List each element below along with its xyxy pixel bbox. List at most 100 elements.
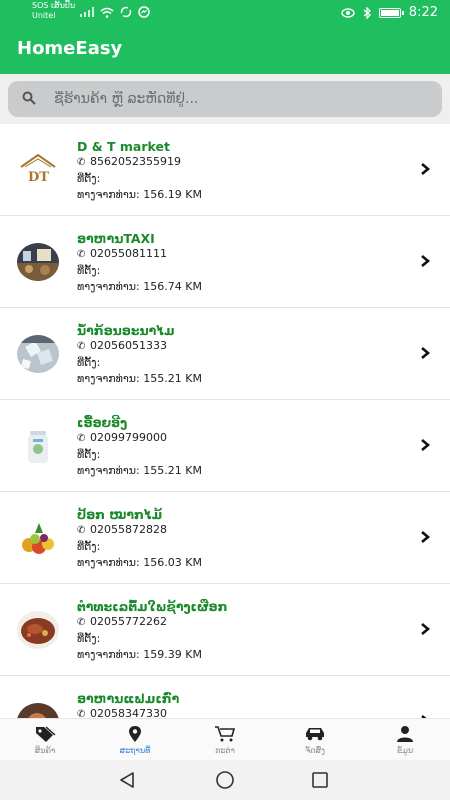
status-icons-right: 8:22: [341, 5, 438, 20]
phone-icon: ✆: [77, 249, 86, 260]
store-name: ອາຫານແຟມເກົ່າ: [77, 691, 180, 706]
store-phone-row: ✆ 02055772262: [77, 614, 227, 631]
store-distance: ທາງຈາກທ່ານ: 155.21 KM: [77, 464, 202, 477]
store-info: ປ້ອກ ໝາກໄມ້ ✆ 02055872828 ທີ່ຕັ້ງ: ທາງຈາກ…: [77, 507, 202, 571]
nav-tab-profile[interactable]: ຂໍ້ມູນ: [360, 719, 450, 760]
store-list-item[interactable]: ນ້ຳກ້ອນອະນາໄມ ✆ 02056051333 ທີ່ຕັ້ງ: ທາງຈ…: [0, 308, 450, 400]
store-photo: [17, 703, 59, 718]
phone-icon: ✆: [77, 617, 86, 628]
store-location: ທີ່ຕັ້ງ:: [77, 448, 101, 461]
store-photo: [17, 519, 59, 557]
store-phone-row: ✆ 02058347330: [77, 706, 179, 718]
store-phone: 02055872828: [90, 523, 167, 536]
store-info: ອາຫານTAXI ✆ 02055081111 ທີ່ຕັ້ງ: ທາງຈາກທ່…: [77, 231, 202, 295]
phone-icon: ✆: [77, 525, 86, 536]
chevron-right-icon[interactable]: [418, 621, 432, 637]
store-phone: 02055772262: [90, 615, 167, 628]
sync-icon: [120, 6, 132, 18]
search-box[interactable]: [8, 81, 442, 117]
store-name: ປ້ອກ ໝາກໄມ້: [77, 507, 163, 522]
store-phone-row: ✆ 02055872828: [77, 522, 202, 539]
nav-tab-places[interactable]: ສະຖານທີ່: [90, 719, 180, 760]
carrier-line2: Unitel: [32, 11, 56, 20]
search-area: [0, 74, 450, 124]
store-name: ອາຫານTAXI: [77, 231, 155, 246]
car-icon: [306, 728, 324, 741]
store-distance: ທາງຈາກທ່ານ: 159.39 KM: [77, 648, 202, 661]
phone-icon: ✆: [77, 341, 86, 352]
status-bar: SOS ເສັ້ນປົ້ນ Unitel 8:22: [0, 0, 450, 26]
wifi-icon: [100, 7, 114, 18]
home-icon[interactable]: [215, 770, 235, 790]
store-info: ອາຫານແຟມເກົ່າ ✆ 02058347330: [77, 691, 179, 718]
chevron-right-icon[interactable]: [418, 161, 432, 177]
chevron-right-icon[interactable]: [418, 253, 432, 269]
status-icons-left: [80, 6, 150, 18]
store-location: ທີ່ຕັ້ງ:: [77, 632, 101, 645]
svg-text:DT: DT: [28, 170, 49, 185]
store-phone: 02058347330: [90, 707, 167, 718]
chevron-right-icon[interactable]: [418, 345, 432, 361]
store-distance: ທາງຈາກທ່ານ: 156.19 KM: [77, 188, 202, 201]
store-name: ຕຳທະເລຕົ້ມໃພຊ້າງເຜືອກ: [77, 599, 228, 614]
nav-label: ຂໍ້ມູນ: [396, 746, 414, 755]
search-icon: [22, 91, 36, 105]
store-list: DT D & T market ✆ 8562052355919 ທີ່ຕັ້ງ: …: [0, 124, 450, 718]
store-info: ນ້ຳກ້ອນອະນາໄມ ✆ 02056051333 ທີ່ຕັ້ງ: ທາງຈ…: [77, 323, 202, 387]
store-photo: [17, 335, 59, 373]
recent-apps-icon[interactable]: [310, 770, 330, 790]
nav-tab-products[interactable]: ສິນຄ້າ: [0, 719, 90, 760]
location-pin-icon: [129, 726, 141, 742]
store-name: D & T market: [77, 139, 170, 154]
user-icon: [397, 726, 413, 742]
nav-tab-cart[interactable]: ກະຕ່າ: [180, 719, 270, 760]
back-icon[interactable]: [117, 770, 137, 790]
store-phone-row: ✆ 8562052355919: [77, 154, 202, 171]
chevron-right-icon[interactable]: [418, 437, 432, 453]
store-location: ທີ່ຕັ້ງ:: [77, 172, 101, 185]
store-phone: 02055081111: [90, 247, 167, 260]
store-distance: ທາງຈາກທ່ານ: 156.74 KM: [77, 280, 202, 293]
store-list-item[interactable]: DT D & T market ✆ 8562052355919 ທີ່ຕັ້ງ: …: [0, 124, 450, 216]
cart-icon: [215, 726, 236, 742]
store-distance: ທາງຈາກທ່ານ: 155.21 KM: [77, 372, 202, 385]
nav-label: ສະຖານທີ່: [119, 746, 151, 755]
store-location: ທີ່ຕັ້ງ:: [77, 540, 101, 553]
store-phone-row: ✆ 02055081111: [77, 246, 202, 263]
store-info: D & T market ✆ 8562052355919 ທີ່ຕັ້ງ: ທາງ…: [77, 139, 202, 203]
store-location: ທີ່ຕັ້ງ:: [77, 356, 101, 369]
nav-tab-delivery[interactable]: ຈັດສົ່ງ: [270, 719, 360, 760]
eye-icon: [341, 7, 355, 18]
store-location: ທີ່ຕັ້ງ:: [77, 264, 101, 277]
system-navigation-bar: [0, 760, 450, 800]
bottom-navigation: ສິນຄ້າ ສະຖານທີ່ ກະຕ່າ ຈັດສົ່ງ ຂໍ້ມູນ: [0, 718, 450, 760]
store-distance: ທາງຈາກທ່ານ: 156.03 KM: [77, 556, 202, 569]
carrier-info: SOS ເສັ້ນປົ້ນ Unitel: [32, 1, 75, 21]
store-phone-row: ✆ 02099799000: [77, 430, 202, 447]
chevron-right-icon[interactable]: [418, 529, 432, 545]
store-info: ຕຳທະເລຕົ້ມໃພຊ້າງເຜືອກ ✆ 02055772262 ທີ່ຕັ…: [77, 599, 227, 663]
carrier-line1: SOS ເສັ້ນປົ້ນ: [32, 1, 76, 10]
bluetooth-icon: [363, 6, 371, 19]
nav-label: ສິນຄ້າ: [34, 746, 56, 755]
store-phone-row: ✆ 02056051333: [77, 338, 202, 355]
store-list-item[interactable]: ອາຫານTAXI ✆ 02055081111 ທີ່ຕັ້ງ: ທາງຈາກທ່…: [0, 216, 450, 308]
store-name: ເອື້ອຍອີງ: [77, 415, 128, 430]
store-phone: 02056051333: [90, 339, 167, 352]
store-phone: 8562052355919: [90, 155, 181, 168]
store-list-item[interactable]: ປ້ອກ ໝາກໄມ້ ✆ 02055872828 ທີ່ຕັ້ງ: ທາງຈາກ…: [0, 492, 450, 584]
store-photo: [17, 243, 59, 281]
battery-icon: [378, 7, 404, 18]
store-list-item[interactable]: ຕຳທະເລຕົ້ມໃພຊ້າງເຜືອກ ✆ 02055772262 ທີ່ຕັ…: [0, 584, 450, 676]
store-list-item[interactable]: ອາຫານແຟມເກົ່າ ✆ 02058347330: [0, 676, 450, 718]
clock: 8:22: [408, 5, 438, 20]
app-bar: HomeEasy: [0, 26, 450, 74]
search-input[interactable]: [54, 81, 424, 117]
store-list-item[interactable]: ເອື້ອຍອີງ ✆ 02099799000 ທີ່ຕັ້ງ: ທາງຈາກທ່…: [0, 400, 450, 492]
tags-icon: [36, 726, 56, 742]
nav-label: ກະຕ່າ: [215, 746, 235, 755]
nav-label: ຈັດສົ່ງ: [305, 746, 325, 755]
phone-icon: ✆: [77, 433, 86, 444]
app-title: HomeEasy: [17, 38, 123, 59]
store-logo-dt: DT: [17, 151, 59, 189]
